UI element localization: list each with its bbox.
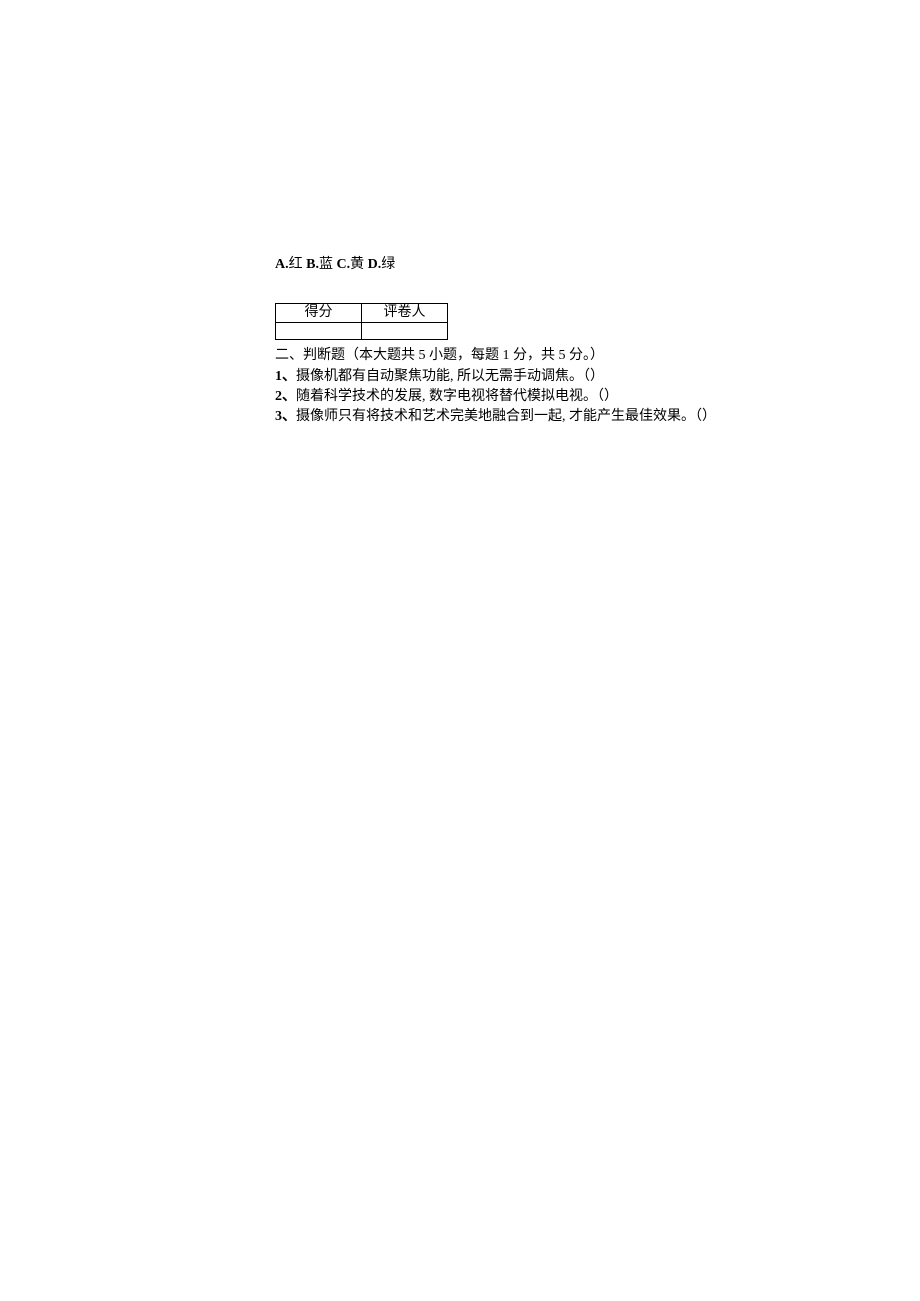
option-c-text: 黄 xyxy=(350,257,368,272)
option-b-prefix: B. xyxy=(306,257,319,272)
option-b-text: 蓝 xyxy=(319,257,337,272)
option-c-prefix: C. xyxy=(336,257,350,272)
question-2: 2、随着科学技术的发展, 数字电视将替代模拟电视。（） xyxy=(275,387,920,407)
score-table: 得分 评卷人 xyxy=(275,303,448,340)
question-3-number: 3 xyxy=(275,409,282,424)
score-header-right: 评卷人 xyxy=(362,304,448,323)
question-1: 1、摄像机都有自动聚焦功能, 所以无需手动调焦。（） xyxy=(275,367,920,387)
option-a-text: 红 xyxy=(289,257,307,272)
document-page: A.红 B.蓝 C.黄 D.绿 得分 评卷人 二、判断题（本大题共 5 小题，每… xyxy=(0,0,920,428)
score-header-left: 得分 xyxy=(276,304,362,323)
question-2-sep: 、 xyxy=(282,389,296,404)
answer-options-line: A.红 B.蓝 C.黄 D.绿 xyxy=(275,255,920,275)
score-value-cell xyxy=(276,323,362,340)
option-a-prefix: A. xyxy=(275,257,289,272)
question-1-sep: 、 xyxy=(282,369,296,384)
question-2-number: 2 xyxy=(275,389,282,404)
question-1-number: 1 xyxy=(275,369,282,384)
option-d-text: 绿 xyxy=(381,257,395,272)
option-d-prefix: D. xyxy=(368,257,382,272)
question-2-text: 随着科学技术的发展, 数字电视将替代模拟电视。（） xyxy=(296,389,618,404)
question-1-text: 摄像机都有自动聚焦功能, 所以无需手动调焦。（） xyxy=(296,369,604,384)
grader-value-cell xyxy=(362,323,448,340)
section-heading: 二、判断题（本大题共 5 小题，每题 1 分，共 5 分。） xyxy=(275,346,920,366)
question-3-sep: 、 xyxy=(282,409,296,424)
question-3: 3、摄像师只有将技术和艺术完美地融合到一起, 才能产生最佳效果。（） xyxy=(275,407,920,427)
question-3-text: 摄像师只有将技术和艺术完美地融合到一起, 才能产生最佳效果。（） xyxy=(296,409,716,424)
